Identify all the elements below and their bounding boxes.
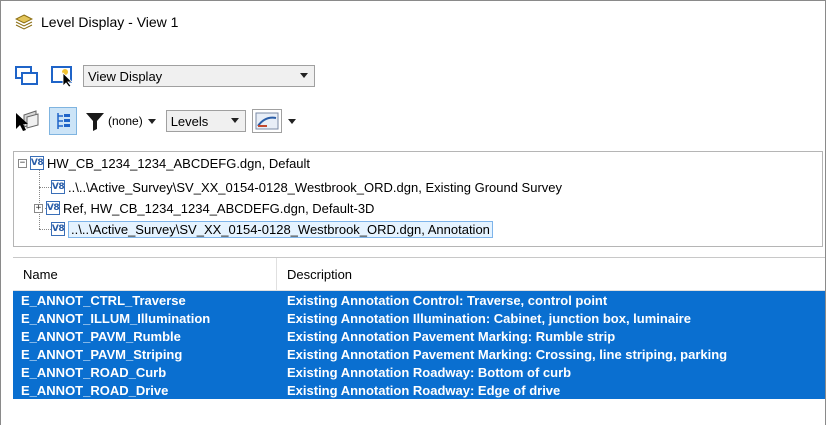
views-icon[interactable] (13, 62, 41, 90)
level-display-app-icon (14, 14, 34, 30)
level-description: Existing Annotation Illumination: Cabine… (287, 310, 691, 326)
column-header-name[interactable]: Name (13, 258, 277, 290)
expand-icon[interactable]: + (34, 203, 43, 213)
level-description: Existing Annotation Control: Traverse, c… (287, 292, 608, 308)
table-row[interactable]: E_ANNOT_ROAD_Curb Existing Annotation Ro… (13, 363, 825, 381)
level-symbology-icon[interactable] (251, 109, 282, 133)
dgn-model-icon: V8 (51, 180, 65, 194)
chevron-down-icon (230, 118, 239, 123)
tree-connector (39, 187, 51, 188)
view-toolbar: View Display (13, 61, 315, 91)
level-list-rows: E_ANNOT_CTRL_Traverse Existing Annotatio… (13, 291, 825, 399)
level-display-window: Level Display - View 1 View Display (non… (0, 0, 826, 425)
tree-node-label: ..\..\Active_Survey\SV_XX_0154-0128_West… (68, 179, 563, 195)
level-name: E_ANNOT_CTRL_Traverse (21, 292, 186, 308)
level-pointer-icon[interactable] (13, 107, 41, 135)
chevron-down-icon (300, 73, 308, 78)
tree-connector (39, 229, 51, 230)
symbology-dropdown-icon[interactable] (287, 118, 296, 124)
dgn-model-icon: V8 (51, 222, 65, 236)
level-name: E_ANNOT_ROAD_Drive (21, 382, 169, 398)
table-row[interactable]: E_ANNOT_PAVM_Striping Existing Annotatio… (13, 345, 825, 363)
dgn-model-icon: V8 (46, 201, 60, 215)
level-name: E_ANNOT_PAVM_Striping (21, 346, 183, 362)
tree-node-ref-default-3d[interactable]: + V8 Ref, HW_CB_1234_1234_ABCDEFG.dgn, D… (34, 198, 374, 218)
level-name: E_ANNOT_ROAD_Curb (21, 364, 167, 380)
collapse-icon[interactable]: − (18, 158, 27, 168)
window-title: Level Display - View 1 (41, 14, 179, 30)
level-name: E_ANNOT_ILLUM_Illumination (21, 310, 211, 326)
select-view-icon[interactable] (49, 62, 77, 90)
level-description: Existing Annotation Pavement Marking: Ru… (287, 328, 616, 344)
level-list-header: Name Description (13, 258, 825, 291)
level-description: Existing Annotation Roadway: Edge of dri… (287, 382, 561, 398)
view-display-select-value: View Display (88, 68, 163, 84)
tree-node-root[interactable]: − V8 HW_CB_1234_1234_ABCDEFG.dgn, Defaul… (18, 153, 310, 173)
level-name: E_ANNOT_PAVM_Rumble (21, 328, 181, 344)
tree-node-label-selected: ..\..\Active_Survey\SV_XX_0154-0128_West… (68, 220, 493, 238)
dgn-model-icon: V8 (30, 156, 44, 170)
tree-node-label: HW_CB_1234_1234_ABCDEFG.dgn, Default (47, 155, 311, 171)
levels-select[interactable]: Levels (165, 110, 246, 132)
level-description: Existing Annotation Roadway: Bottom of c… (287, 364, 572, 380)
level-toolbar: (none) Levels (13, 105, 296, 137)
level-description: Existing Annotation Pavement Marking: Cr… (287, 346, 728, 362)
tree-node-existing-ground-survey[interactable]: V8 ..\..\Active_Survey\SV_XX_0154-0128_W… (51, 177, 562, 197)
view-display-select[interactable]: View Display (83, 65, 315, 87)
tree-node-label: Ref, HW_CB_1234_1234_ABCDEFG.dgn, Defaul… (63, 200, 375, 216)
filter-dropdown-icon[interactable] (147, 118, 156, 124)
levels-select-value: Levels (170, 113, 209, 129)
tree-view-icon[interactable] (49, 107, 77, 135)
filter-value[interactable]: (none) (108, 114, 143, 128)
reference-tree[interactable]: − V8 HW_CB_1234_1234_ABCDEFG.dgn, Defaul… (13, 151, 823, 247)
table-row[interactable]: E_ANNOT_ROAD_Drive Existing Annotation R… (13, 381, 825, 399)
title-bar: Level Display - View 1 (1, 1, 825, 43)
table-row[interactable]: E_ANNOT_ILLUM_Illumination Existing Anno… (13, 309, 825, 327)
tree-node-annotation[interactable]: V8 ..\..\Active_Survey\SV_XX_0154-0128_W… (51, 219, 493, 239)
filter-icon[interactable] (83, 107, 107, 135)
table-row[interactable]: E_ANNOT_CTRL_Traverse Existing Annotatio… (13, 291, 825, 309)
level-list[interactable]: Name Description E_ANNOT_CTRL_Traverse E… (13, 257, 825, 425)
background-gap (826, 0, 838, 425)
table-row[interactable]: E_ANNOT_PAVM_Rumble Existing Annotation … (13, 327, 825, 345)
column-header-description[interactable]: Description (277, 258, 352, 290)
